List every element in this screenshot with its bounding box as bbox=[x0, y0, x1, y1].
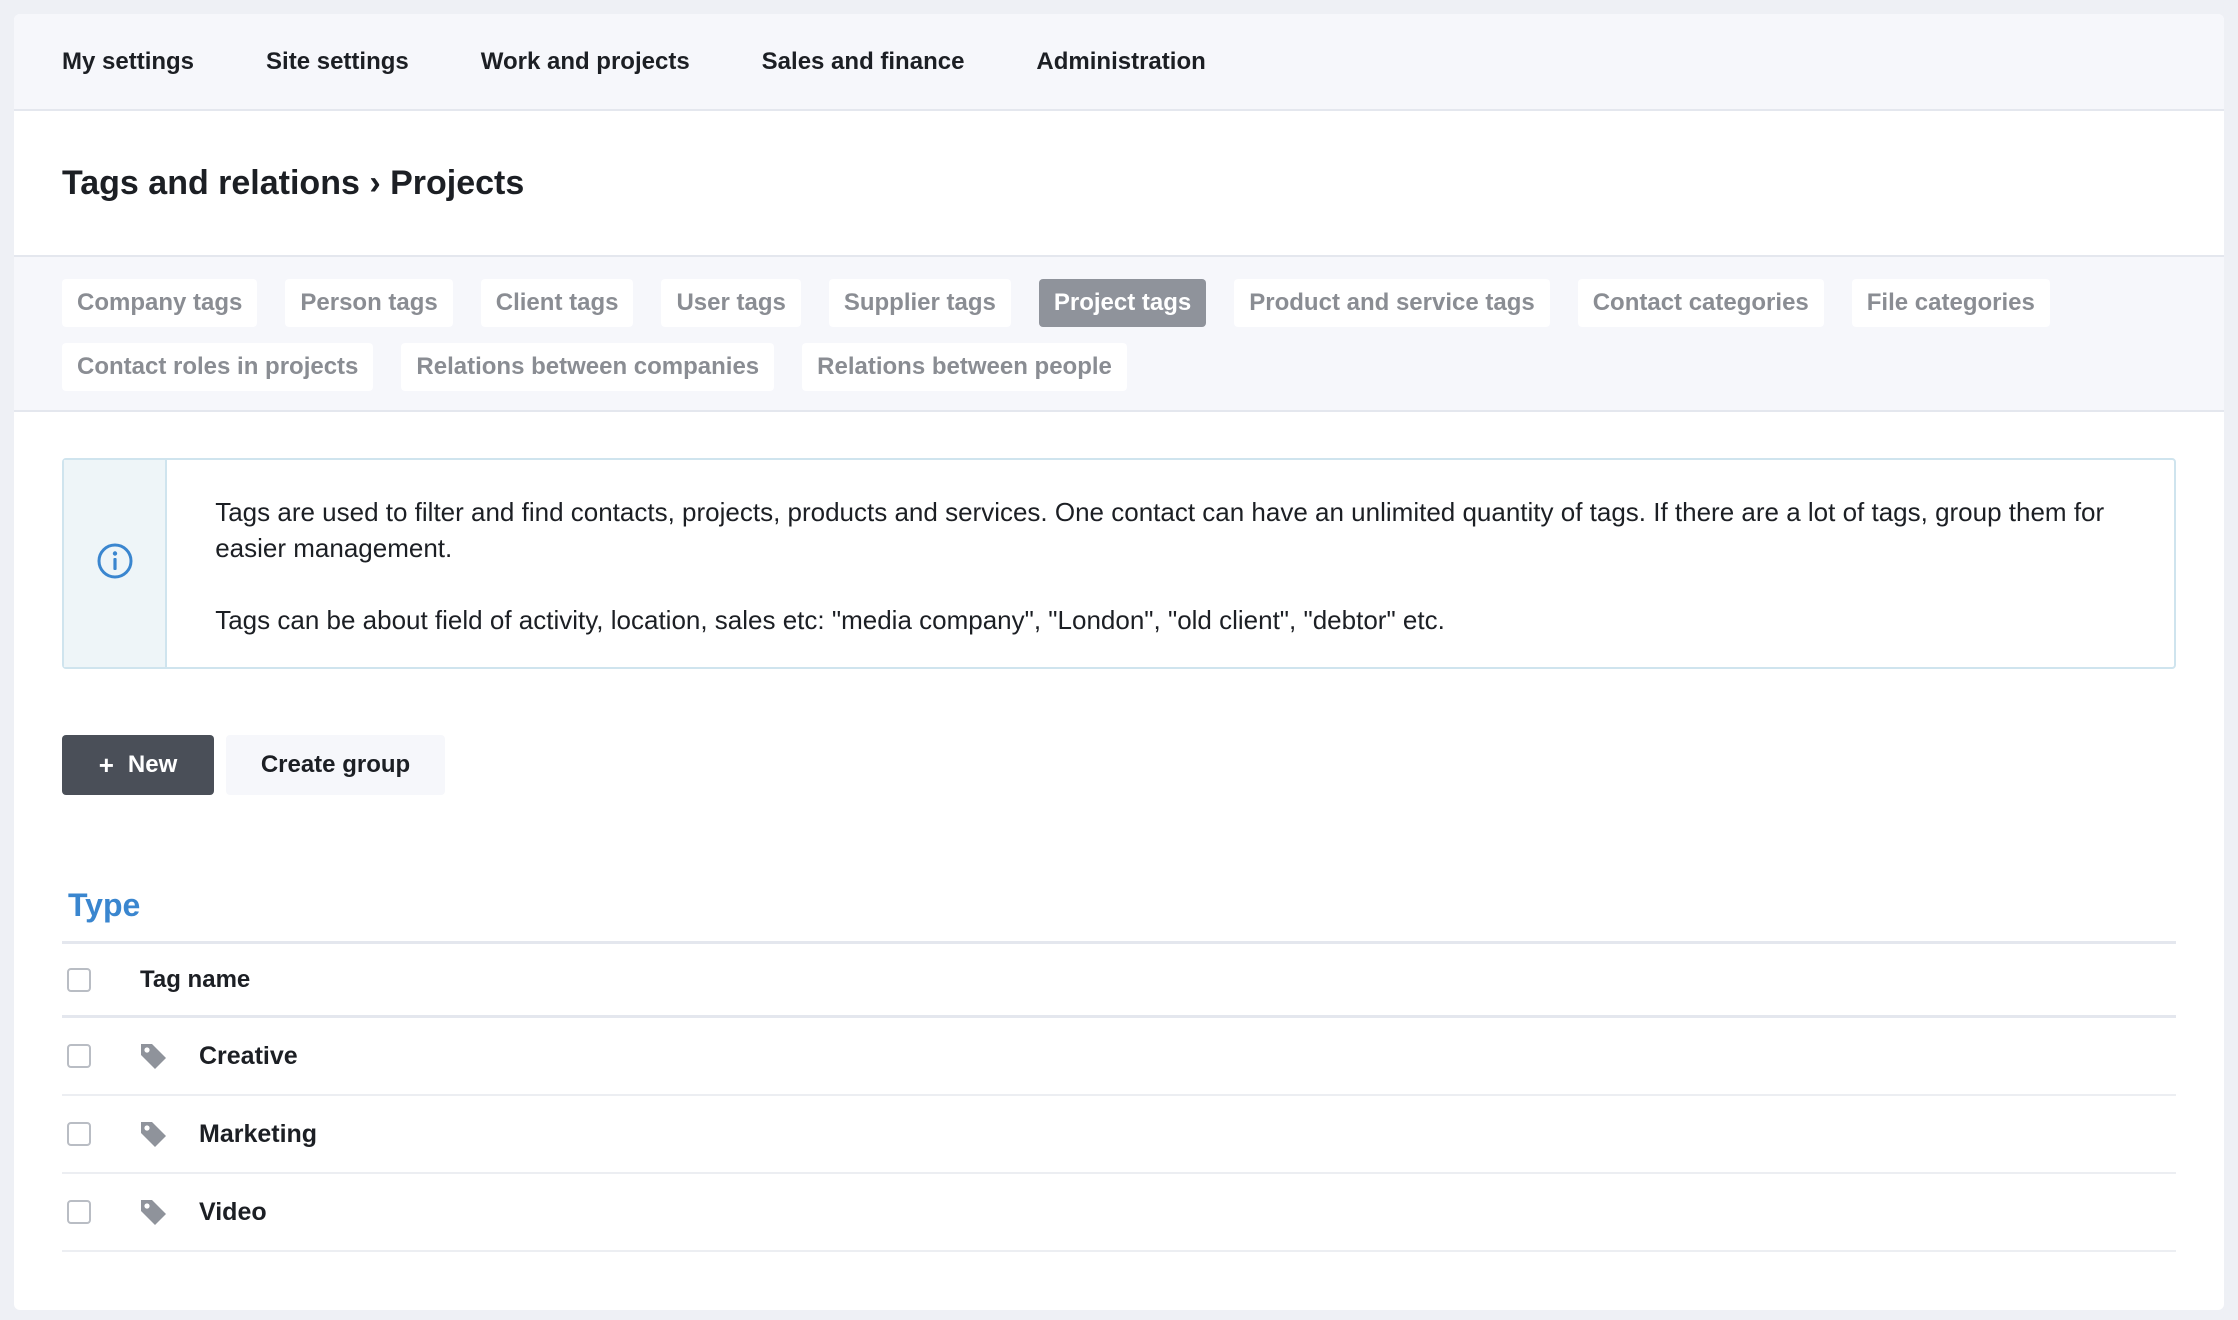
app-window: My settings Site settings Work and proje… bbox=[14, 14, 2224, 1310]
table-row: Marketing bbox=[62, 1096, 2176, 1174]
new-tag-button[interactable]: + New bbox=[62, 735, 214, 795]
new-button-label: New bbox=[127, 751, 178, 778]
tab-client-tags[interactable]: Client tags bbox=[480, 279, 634, 327]
table-header: Tag name bbox=[62, 944, 2176, 1018]
tab-product-and-service-tags[interactable]: Product and service tags bbox=[1234, 279, 1550, 327]
tag-tabs: Company tags Person tags Client tags Use… bbox=[14, 257, 2224, 412]
main-content: Tags are used to filter and find contact… bbox=[14, 412, 2224, 1252]
plus-icon: + bbox=[98, 749, 114, 780]
group-title[interactable]: Type bbox=[62, 881, 2176, 929]
page-header: Tags and relations › Projects bbox=[14, 111, 2224, 257]
tags-table: Tag name Creative Marketing Video bbox=[62, 941, 2176, 1252]
nav-work-and-projects[interactable]: Work and projects bbox=[481, 48, 690, 76]
nav-site-settings[interactable]: Site settings bbox=[266, 48, 409, 76]
tag-icon bbox=[137, 1196, 169, 1228]
tag-name[interactable]: Creative bbox=[199, 1042, 298, 1071]
tab-company-tags[interactable]: Company tags bbox=[62, 279, 258, 327]
row-checkbox[interactable] bbox=[67, 1122, 91, 1146]
tab-supplier-tags[interactable]: Supplier tags bbox=[828, 279, 1011, 327]
info-paragraph-1: Tags are used to filter and find contact… bbox=[215, 497, 2105, 563]
page-title: Tags and relations › Projects bbox=[62, 163, 525, 202]
tab-contact-categories[interactable]: Contact categories bbox=[1577, 279, 1824, 327]
tag-name[interactable]: Marketing bbox=[199, 1120, 317, 1149]
nav-sales-and-finance[interactable]: Sales and finance bbox=[762, 48, 965, 76]
tab-relations-between-people[interactable]: Relations between people bbox=[802, 343, 1127, 391]
row-checkbox[interactable] bbox=[67, 1044, 91, 1068]
table-row: Creative bbox=[62, 1018, 2176, 1096]
nav-my-settings[interactable]: My settings bbox=[62, 48, 194, 76]
tab-person-tags[interactable]: Person tags bbox=[285, 279, 453, 327]
tab-file-categories[interactable]: File categories bbox=[1851, 279, 2050, 327]
action-bar: + New Create group bbox=[62, 735, 2176, 795]
tag-icon bbox=[137, 1118, 169, 1150]
tab-row-1: Company tags Person tags Client tags Use… bbox=[62, 279, 2176, 327]
tag-name[interactable]: Video bbox=[199, 1198, 267, 1227]
info-text: Tags are used to filter and find contact… bbox=[167, 460, 2174, 667]
info-icon-column bbox=[64, 460, 168, 667]
create-group-button[interactable]: Create group bbox=[226, 735, 445, 795]
select-all-checkbox[interactable] bbox=[67, 967, 91, 992]
info-box: Tags are used to filter and find contact… bbox=[62, 458, 2176, 669]
tab-row-2: Contact roles in projects Relations betw… bbox=[62, 343, 2176, 391]
tab-relations-between-companies[interactable]: Relations between companies bbox=[401, 343, 775, 391]
tag-icon bbox=[137, 1040, 169, 1072]
nav-administration[interactable]: Administration bbox=[1036, 48, 1205, 76]
top-navigation: My settings Site settings Work and proje… bbox=[14, 14, 2224, 111]
table-row: Video bbox=[62, 1174, 2176, 1252]
column-header-tag-name: Tag name bbox=[140, 965, 251, 993]
info-icon bbox=[96, 542, 134, 585]
info-paragraph-2: Tags can be about field of activity, loc… bbox=[215, 605, 1445, 635]
row-checkbox[interactable] bbox=[67, 1200, 91, 1224]
tab-project-tags[interactable]: Project tags bbox=[1038, 279, 1207, 327]
tab-contact-roles-in-projects[interactable]: Contact roles in projects bbox=[62, 343, 374, 391]
tab-user-tags[interactable]: User tags bbox=[661, 279, 801, 327]
